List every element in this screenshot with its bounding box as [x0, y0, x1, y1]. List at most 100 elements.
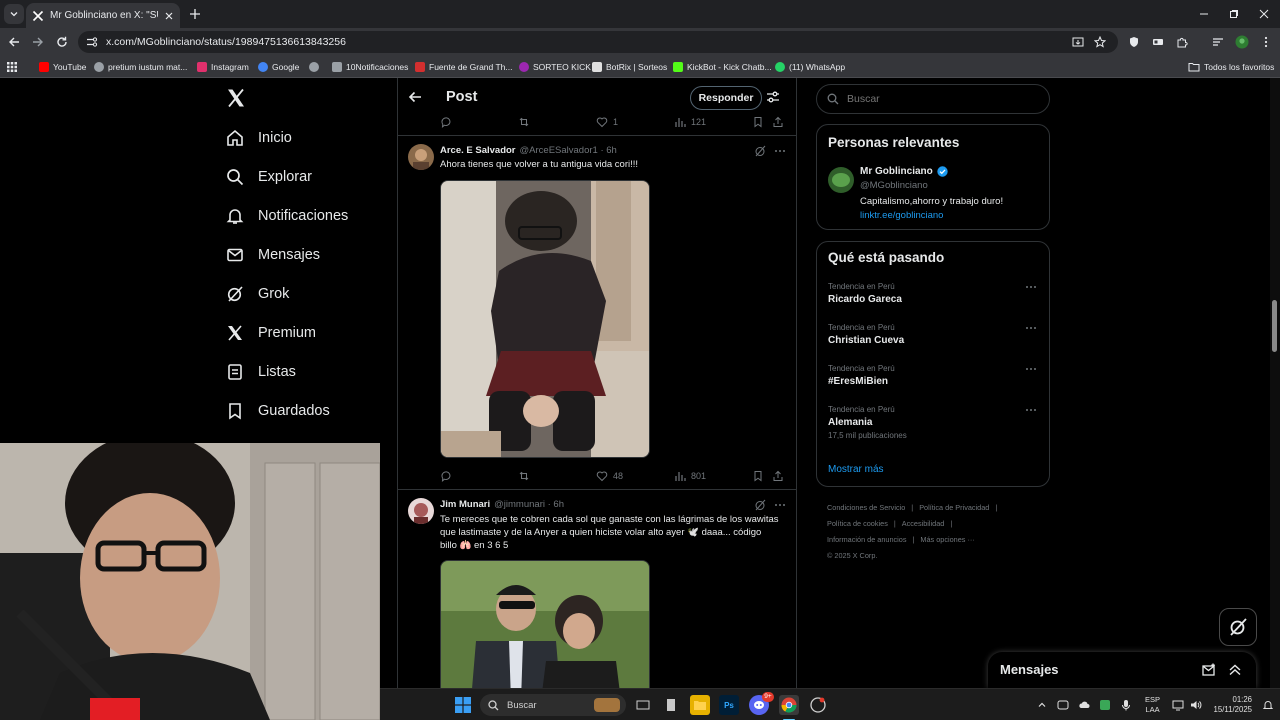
bookmark-instagram[interactable]: Instagram: [197, 60, 249, 74]
tab-search-button[interactable]: [4, 4, 24, 24]
bookmark-sorteo-kick[interactable]: SORTEO KICK: [519, 60, 591, 74]
back-button[interactable]: [6, 34, 22, 50]
close-tab-icon[interactable]: [164, 11, 174, 21]
all-favorites-folder[interactable]: Todos los favoritos: [1188, 60, 1274, 74]
show-more-link[interactable]: Mostrar más: [828, 464, 884, 475]
bookmark-globe[interactable]: [309, 60, 319, 74]
footer-cookies-link[interactable]: Política de cookies: [827, 519, 888, 528]
address-bar[interactable]: x.com/MGoblinciano/status/19894751366138…: [78, 31, 1118, 53]
restore-button[interactable]: [1226, 6, 1242, 22]
trend-more-button[interactable]: [1026, 282, 1040, 292]
bookmark-kickbot[interactable]: KickBot - Kick Chatb...: [673, 60, 772, 74]
tweet-handle[interactable]: @jimmunari · 6h: [494, 499, 564, 510]
bookmark-star-button[interactable]: [1092, 34, 1108, 50]
bookmark-youtube[interactable]: YouTube: [39, 60, 86, 74]
reading-list-button[interactable]: [1210, 34, 1226, 50]
trend-more-button[interactable]: [1026, 323, 1040, 333]
sidebar-item-notificaciones[interactable]: Notificaciones: [226, 203, 348, 229]
relevant-link[interactable]: linktr.ee/goblinciano: [860, 210, 943, 221]
more-options-icon[interactable]: [774, 145, 786, 157]
reply-button[interactable]: Responder: [690, 86, 762, 110]
browser-tab-active[interactable]: Mr Goblinciano en X: "SUNAT l: [26, 3, 180, 28]
extensions-menu-button[interactable]: [1174, 34, 1190, 50]
back-arrow-icon[interactable]: [408, 90, 422, 104]
share-action[interactable]: [772, 468, 784, 484]
views-action[interactable]: 121: [674, 114, 706, 130]
repost-action[interactable]: [518, 468, 530, 484]
sidebar-item-listas[interactable]: Listas: [226, 359, 296, 385]
new-message-icon[interactable]: [1202, 663, 1216, 677]
bookmark-botrix[interactable]: BotRix | Sorteos: [592, 60, 667, 74]
taskbar-search[interactable]: Buscar: [480, 694, 626, 716]
taskbar-app-obs[interactable]: [808, 695, 828, 715]
bookmark-google[interactable]: Google: [258, 60, 299, 74]
sidebar-item-explorar[interactable]: Explorar: [226, 164, 312, 190]
trend-item[interactable]: Tendencia en Perú Alemania 17,5 mil publ…: [828, 405, 1040, 449]
photoshop-button[interactable]: Ps: [719, 695, 739, 715]
sidebar-item-grok[interactable]: Grok: [226, 281, 289, 307]
tray-overflow[interactable]: [1036, 699, 1048, 711]
trend-more-button[interactable]: [1026, 364, 1040, 374]
share-action[interactable]: [772, 114, 784, 130]
footer-accessibility-link[interactable]: Accesibilidad: [902, 519, 945, 528]
chrome-button[interactable]: [779, 695, 799, 715]
avatar[interactable]: [828, 167, 854, 193]
forward-button[interactable]: [30, 34, 46, 50]
grok-explain-icon[interactable]: [754, 145, 766, 157]
filter-icon[interactable]: [766, 90, 780, 104]
like-action[interactable]: 1: [596, 114, 618, 130]
tweet-media-image[interactable]: [440, 180, 650, 458]
minimize-button[interactable]: [1196, 6, 1212, 22]
task-view-button[interactable]: [633, 695, 653, 715]
repost-action[interactable]: [518, 114, 530, 130]
tweet-media-image[interactable]: [440, 560, 650, 688]
trend-item[interactable]: Tendencia en Perú Christian Cueva: [828, 323, 1040, 357]
tray-volume[interactable]: [1190, 699, 1202, 711]
tweet-author-name[interactable]: Arce. E Salvador: [440, 145, 516, 156]
reload-button[interactable]: [54, 34, 70, 50]
relevant-handle[interactable]: @MGoblinciano: [860, 180, 928, 191]
trend-more-button[interactable]: [1026, 405, 1040, 415]
site-info-icon[interactable]: [86, 36, 98, 48]
profile-button[interactable]: [1234, 34, 1250, 50]
footer-more-link[interactable]: Más opciones ···: [920, 535, 974, 544]
bookmark-gta[interactable]: Fuente de Grand Th...: [415, 60, 512, 74]
messages-drawer[interactable]: Mensajes: [988, 652, 1256, 688]
extension-button[interactable]: [1126, 34, 1142, 50]
scrollbar-thumb[interactable]: [1272, 300, 1277, 352]
notification-center[interactable]: [1262, 699, 1274, 711]
more-options-icon[interactable]: [774, 499, 786, 511]
trend-item[interactable]: Tendencia en Perú Ricardo Gareca: [828, 282, 1040, 316]
bookmark-10notificaciones[interactable]: 10Notificaciones: [332, 60, 408, 74]
taskbar-app-print[interactable]: [661, 695, 681, 715]
grok-explain-icon[interactable]: [754, 499, 766, 511]
extension-button-2[interactable]: [1150, 34, 1166, 50]
new-tab-button[interactable]: [187, 6, 203, 22]
bookmark-pretium[interactable]: pretium iustum mat...: [94, 60, 187, 74]
system-clock[interactable]: 01:26 15/11/2025: [1208, 695, 1252, 715]
tray-app-1[interactable]: [1057, 699, 1069, 711]
footer-ads-link[interactable]: Información de anuncios: [827, 535, 907, 544]
search-bar[interactable]: [816, 84, 1050, 114]
sidebar-item-guardados[interactable]: Guardados: [226, 398, 330, 424]
grok-floating-button[interactable]: [1219, 608, 1257, 646]
apps-button[interactable]: [6, 60, 18, 74]
close-window-button[interactable]: [1256, 6, 1272, 22]
x-logo-icon[interactable]: [226, 88, 246, 108]
file-explorer-button[interactable]: [690, 695, 710, 715]
trend-item[interactable]: Tendencia en Perú #EresMiBien: [828, 364, 1040, 398]
tray-app-2[interactable]: [1099, 699, 1111, 711]
relevant-name[interactable]: Mr Goblinciano: [860, 166, 933, 177]
like-action[interactable]: 48: [596, 468, 623, 484]
views-action[interactable]: 801: [674, 468, 706, 484]
tweet-handle[interactable]: @ArceESalvador1 · 6h: [520, 145, 617, 156]
chevron-up-double-icon[interactable]: [1228, 663, 1242, 677]
sidebar-item-inicio[interactable]: Inicio: [226, 125, 292, 151]
reply-action[interactable]: [440, 114, 452, 130]
language-indicator[interactable]: ESP LAA: [1145, 695, 1160, 715]
avatar[interactable]: [408, 144, 434, 170]
page-scrollbar[interactable]: [1270, 78, 1280, 688]
tweet-author-name[interactable]: Jim Munari: [440, 499, 490, 510]
tray-microphone[interactable]: [1120, 699, 1132, 711]
tray-onedrive[interactable]: [1078, 699, 1090, 711]
